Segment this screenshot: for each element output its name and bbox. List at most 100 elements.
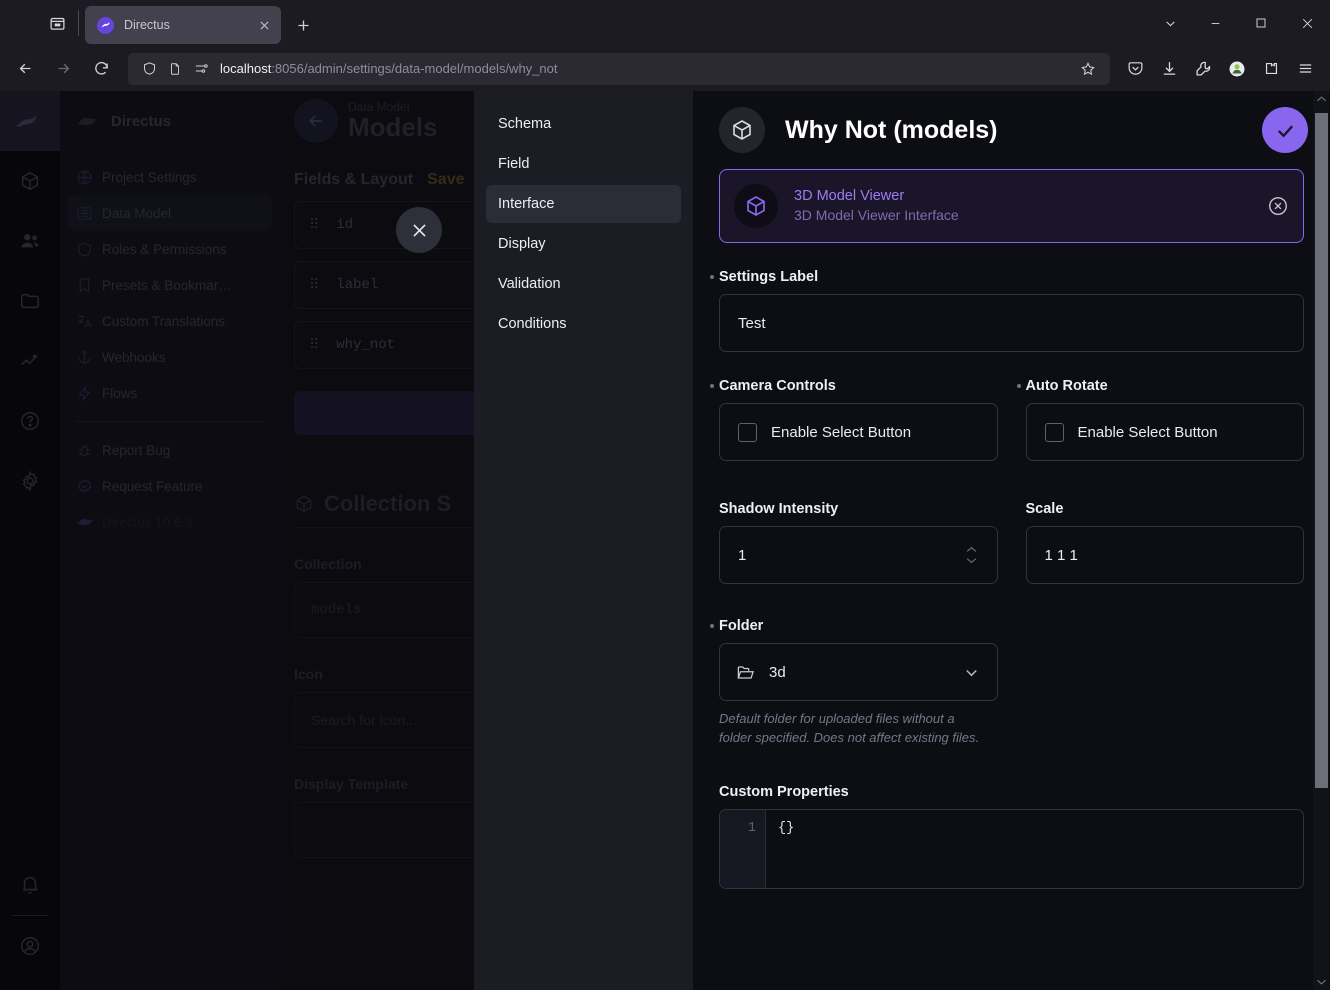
number-stepper[interactable] (964, 544, 979, 566)
sidebar-item-settings[interactable] (0, 451, 60, 511)
checkbox-label: Enable Select Button (1077, 423, 1218, 441)
url-bar[interactable]: localhost:8056/admin/settings/data-model… (128, 52, 1110, 85)
sidebar-item-users[interactable] (0, 211, 60, 271)
folder-select[interactable]: 3d (719, 643, 998, 701)
checkbox-icon[interactable] (738, 422, 757, 442)
directus-favicon (97, 16, 114, 34)
nav-item-request-feature[interactable]: Request Feature (68, 468, 272, 504)
url-text[interactable]: localhost:8056/admin/settings/data-model… (220, 61, 1074, 76)
nav-item-custom-translations[interactable]: Custom Translations (68, 303, 272, 339)
sidebar-item-content[interactable] (0, 151, 60, 211)
tab-validation[interactable]: Validation (486, 265, 681, 303)
interface-card-text: 3D Model Viewer 3D Model Viewer Interfac… (794, 187, 1267, 225)
checkbox-icon[interactable] (1044, 422, 1064, 442)
maximize-button[interactable] (1238, 3, 1284, 43)
sidebar-item-insights[interactable] (0, 331, 60, 391)
camera-controls-checkbox-row[interactable]: Enable Select Button (719, 403, 998, 461)
module-title-text: Directus (111, 112, 172, 130)
scroll-up-arrow-icon[interactable] (1313, 91, 1330, 107)
nav-item-data-model[interactable]: Data Model (68, 195, 272, 231)
permissions-icon[interactable] (188, 56, 214, 82)
tab-interface[interactable]: Interface (486, 185, 681, 223)
sidebar-item-notifications[interactable] (0, 855, 60, 915)
drawer-close-button[interactable] (396, 207, 442, 253)
fields-layout-label: Fields & Layout (294, 171, 414, 188)
shadow-intensity-input[interactable]: 1 (719, 526, 998, 584)
nav-item-report-bug[interactable]: Report Bug (68, 432, 272, 468)
nav-label: Request Feature (102, 478, 203, 494)
reload-button[interactable] (84, 52, 118, 86)
nav-item-presets-bookmarks[interactable]: Presets & Bookmar… (68, 267, 272, 303)
pocket-icon[interactable] (1118, 52, 1152, 86)
translate-icon (76, 313, 102, 330)
nav-item-flows[interactable]: Flows (68, 375, 272, 411)
drag-handle-icon[interactable]: ⠿ (309, 217, 320, 234)
settings-label-field: Settings Label Test (710, 269, 1304, 352)
browser-tab[interactable]: Directus (85, 6, 281, 44)
custom-properties-editor[interactable]: 1 {} (719, 808, 1304, 889)
field-name: label (336, 277, 379, 293)
drag-handle-icon[interactable]: ⠿ (309, 337, 320, 354)
tab-label: Validation (498, 276, 561, 292)
directus-logo[interactable] (0, 91, 60, 151)
nav-item-project-settings[interactable]: Project Settings (68, 159, 272, 195)
folder-label: Folder (710, 618, 998, 634)
sidebar-item-docs[interactable] (0, 391, 60, 451)
tab-title: Directus (124, 18, 170, 32)
module-navigation: Directus Project Settings Data Model Rol… (60, 91, 280, 990)
tab-conditions[interactable]: Conditions (486, 305, 681, 343)
nav-item-roles-permissions[interactable]: Roles & Permissions (68, 231, 272, 267)
new-tab-button[interactable] (287, 9, 319, 41)
tab-close-icon[interactable] (253, 14, 275, 36)
module-rail (0, 91, 60, 990)
save-link[interactable]: Save (427, 171, 464, 189)
scale-input[interactable]: 1 1 1 (1025, 526, 1304, 584)
nav-label: Project Settings (102, 169, 197, 185)
forward-button[interactable] (46, 52, 80, 86)
module-title: Directus (60, 91, 280, 151)
tab-schema[interactable]: Schema (486, 105, 681, 143)
tab-list-chevron-icon[interactable] (1148, 3, 1192, 43)
list-all-tabs-icon[interactable] (40, 6, 74, 40)
globe-icon (76, 169, 102, 186)
required-dot (1016, 384, 1021, 388)
camera-controls-field: Camera Controls Enable Select Button (710, 378, 998, 461)
page-icon[interactable] (162, 56, 188, 82)
selected-interface-card[interactable]: 3D Model Viewer 3D Model Viewer Interfac… (719, 169, 1304, 243)
url-host: localhost (220, 61, 272, 76)
sidebar-item-files[interactable] (0, 271, 60, 331)
save-button[interactable] (1262, 107, 1308, 153)
tab-label: Display (498, 236, 546, 252)
scale-field: Scale 1 1 1 (1025, 501, 1304, 584)
close-window-button[interactable] (1284, 3, 1330, 43)
app-menu-icon[interactable] (1288, 52, 1322, 86)
scrollbar-track[interactable] (1313, 107, 1330, 974)
settings-label-input[interactable]: Test (719, 294, 1304, 352)
scroll-down-arrow-icon[interactable] (1313, 974, 1330, 990)
back-button[interactable] (294, 99, 338, 143)
wrench-icon[interactable] (1186, 52, 1220, 86)
page-scrollbar[interactable] (1313, 91, 1330, 990)
shield-icon[interactable] (136, 56, 162, 82)
downloads-icon[interactable] (1152, 52, 1186, 86)
sidebar-item-account[interactable] (0, 916, 60, 976)
nav-divider (76, 421, 264, 422)
scrollbar-thumb[interactable] (1315, 113, 1328, 788)
nav-item-webhooks[interactable]: Webhooks (68, 339, 272, 375)
tab-field[interactable]: Field (486, 145, 681, 183)
bookmark-star-icon[interactable] (1074, 55, 1102, 83)
extensions-icon[interactable] (1254, 52, 1288, 86)
code-input[interactable]: {} (766, 810, 1303, 888)
drag-handle-icon[interactable]: ⠿ (309, 277, 320, 294)
extension-avatar-icon[interactable] (1220, 52, 1254, 86)
minimize-button[interactable] (1192, 3, 1238, 43)
bug-icon (76, 442, 102, 459)
drawer-header: Why Not (models) (693, 91, 1330, 169)
collection-setup-label: Collection S (324, 491, 452, 516)
interface-name: 3D Model Viewer (794, 187, 905, 204)
tab-display[interactable]: Display (486, 225, 681, 263)
back-button[interactable] (8, 52, 42, 86)
deselect-interface-icon[interactable] (1267, 195, 1289, 217)
chevron-down-icon[interactable] (962, 663, 981, 682)
auto-rotate-checkbox-row[interactable]: Enable Select Button (1025, 403, 1304, 461)
